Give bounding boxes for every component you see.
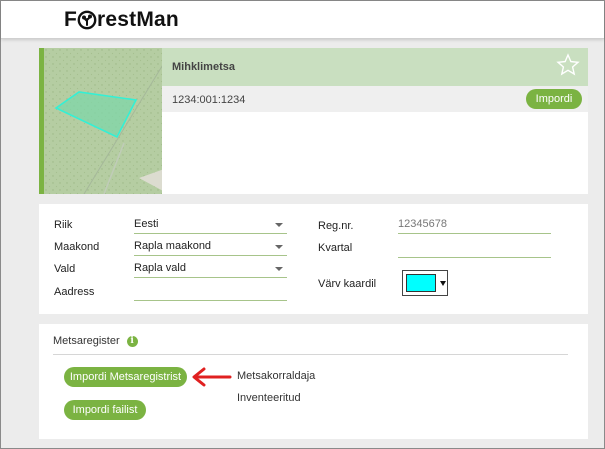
regnr-label: Reg.nr. xyxy=(318,220,354,232)
maakond-value: Rapla maakond xyxy=(134,240,212,252)
vald-value: Rapla vald xyxy=(134,262,186,274)
varv-label: Värv kaardil xyxy=(318,278,377,290)
divider xyxy=(53,354,568,355)
dropdown-caret-icon xyxy=(275,245,283,249)
kvartal-label: Kvartal xyxy=(318,242,353,254)
color-swatch xyxy=(406,274,436,292)
metsaregister-header: Metsaregister i xyxy=(53,335,138,347)
import-from-register-button[interactable]: Impordi Metsaregistrist xyxy=(64,367,187,387)
riik-value: Eesti xyxy=(134,218,159,230)
map-color-select[interactable] xyxy=(402,270,448,296)
aadress-input[interactable] xyxy=(134,284,287,301)
kvartal-input[interactable] xyxy=(398,241,551,258)
vald-label: Vald xyxy=(54,263,76,275)
logo-text-start: F xyxy=(64,8,78,31)
info-icon[interactable]: i xyxy=(126,335,138,347)
section-title: Metsaregister xyxy=(53,335,120,347)
map-image: — xyxy=(44,48,162,194)
import-from-file-button[interactable]: Impordi failist xyxy=(64,400,146,420)
favorite-star-icon[interactable] xyxy=(556,53,580,77)
property-details-card: Riik Eesti Maakond Rapla maakond Vald Ra… xyxy=(39,204,588,314)
import-button[interactable]: Impordi xyxy=(526,89,582,109)
property-header: Mihklimetsa xyxy=(162,48,588,86)
aadress-label: Aadress xyxy=(54,286,95,298)
logo-text-end: restMan xyxy=(97,8,179,31)
maakond-select[interactable]: Rapla maakond xyxy=(134,239,287,256)
regnr-input[interactable]: 12345678 xyxy=(398,217,551,234)
property-map-thumbnail[interactable]: — xyxy=(39,48,162,194)
dropdown-caret-icon xyxy=(275,267,283,271)
maakond-label: Maakond xyxy=(54,241,100,253)
property-subheader: 1234:001:1234 Impordi xyxy=(162,86,588,112)
property-card: — Mihklimetsa 1234:001:1234 Impordi xyxy=(39,48,588,194)
tree-icon xyxy=(77,10,97,30)
forestman-logo[interactable]: F restMan xyxy=(64,8,179,32)
top-bar: F restMan xyxy=(1,1,604,39)
property-name: Mihklimetsa xyxy=(172,61,235,73)
vald-select[interactable]: Rapla vald xyxy=(134,261,287,278)
dropdown-caret-icon xyxy=(275,223,283,227)
red-arrow-annotation-icon xyxy=(192,367,232,387)
riik-select[interactable]: Eesti xyxy=(134,217,287,234)
metsaregister-card: Metsaregister i Impordi Metsaregistrist … xyxy=(39,324,588,439)
dropdown-arrow-icon xyxy=(440,281,446,286)
property-code: 1234:001:1234 xyxy=(172,94,246,106)
option-inventeeritud[interactable]: Inventeeritud xyxy=(237,392,301,404)
riik-label: Riik xyxy=(54,219,73,231)
option-metsakorraldaja[interactable]: Metsakorraldaja xyxy=(237,370,315,382)
